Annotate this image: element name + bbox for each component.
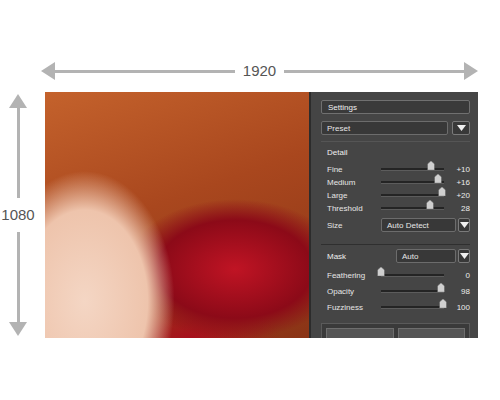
slider-track[interactable] (381, 207, 444, 210)
mask-dropdown[interactable]: Auto (396, 249, 470, 263)
slider-label: Fine (321, 165, 375, 174)
slider-label: Large (321, 191, 375, 200)
slider-value: 98 (450, 287, 470, 296)
slider-thumb[interactable] (438, 283, 445, 292)
settings-panel: Settings Preset Detail Fine +10 Medium +16 Larg… (309, 92, 478, 338)
slider-thumb[interactable] (378, 267, 385, 276)
preview-area (321, 323, 470, 338)
width-arrow: 1920 (41, 62, 478, 80)
slider-track[interactable] (381, 194, 444, 197)
height-arrow-line (17, 108, 20, 198)
photo (45, 92, 309, 338)
mask-row: Mask Auto (321, 244, 470, 263)
slider-row: Opacity 98 (321, 283, 470, 299)
width-arrow-line (55, 70, 235, 73)
slider-row: Fuzziness 100 (321, 299, 470, 315)
slider-label: Threshold (321, 204, 375, 213)
dropdown-arrow-icon (460, 253, 469, 259)
slider-value: 100 (450, 303, 470, 312)
up-arrowhead-icon (9, 94, 27, 108)
slider-value: +10 (450, 165, 470, 174)
slider-value: +20 (450, 191, 470, 200)
preset-dropdown-arrow-button[interactable] (452, 121, 470, 135)
size-label: Size (321, 221, 375, 230)
slider-row: Medium +16 (321, 176, 470, 189)
slider-label: Fuzziness (321, 303, 375, 312)
mask-dropdown-field[interactable]: Auto (396, 249, 456, 263)
slider-track[interactable] (381, 274, 444, 277)
screenshot: Settings Preset Detail Fine +10 Medium +16 Larg… (45, 92, 478, 338)
slider-thumb[interactable] (426, 200, 433, 209)
slider-thumb[interactable] (439, 187, 446, 196)
left-arrowhead-icon (41, 62, 55, 80)
slider-value: 0 (450, 271, 470, 280)
slider-thumb[interactable] (428, 161, 435, 170)
preview-box[interactable] (326, 328, 394, 338)
height-dimension: 1080 (0, 92, 36, 338)
slider-row: Threshold 28 (321, 202, 470, 215)
width-arrow-line (284, 70, 464, 73)
slider-label: Opacity (321, 287, 375, 296)
right-arrowhead-icon (464, 62, 478, 80)
slider-track[interactable] (381, 181, 444, 184)
resolution-illustration: 1920 1080 Settings Preset Detail Fine +10 Mediu… (0, 0, 500, 400)
width-dimension: 1920 (41, 0, 478, 92)
slider-value: 28 (450, 204, 470, 213)
width-label: 1920 (235, 62, 284, 80)
height-arrow-line (17, 232, 20, 322)
size-row: Size Auto Detect (321, 218, 470, 232)
preset-dropdown[interactable]: Preset (321, 121, 470, 135)
slider-track[interactable] (381, 306, 444, 309)
slider-row: Large +20 (321, 189, 470, 202)
mask-dropdown-arrow-button[interactable] (458, 249, 470, 263)
size-dropdown-arrow-button[interactable] (458, 218, 470, 232)
slider-row: Feathering 0 (321, 267, 470, 283)
size-dropdown-field[interactable]: Auto Detect (381, 218, 456, 232)
detail-section-title: Detail (321, 141, 470, 159)
mask-sliders: Feathering 0 Opacity 98 Fuzziness 100 (321, 267, 470, 315)
slider-thumb[interactable] (434, 174, 441, 183)
slider-label: Medium (321, 178, 375, 187)
size-dropdown[interactable]: Auto Detect (381, 218, 470, 232)
dropdown-arrow-icon (457, 125, 466, 131)
preset-dropdown-field[interactable]: Preset (321, 121, 448, 135)
height-label: 1080 (1, 198, 34, 232)
slider-row: Fine +10 (321, 163, 470, 176)
preview-box[interactable] (398, 328, 466, 338)
slider-track[interactable] (381, 168, 444, 171)
down-arrowhead-icon (9, 322, 27, 336)
mask-label: Mask (321, 252, 346, 261)
slider-track[interactable] (381, 290, 444, 293)
slider-value: +16 (450, 178, 470, 187)
slider-label: Feathering (321, 271, 375, 280)
slider-thumb[interactable] (439, 299, 446, 308)
dropdown-arrow-icon (460, 222, 469, 228)
settings-header: Settings (321, 100, 470, 114)
